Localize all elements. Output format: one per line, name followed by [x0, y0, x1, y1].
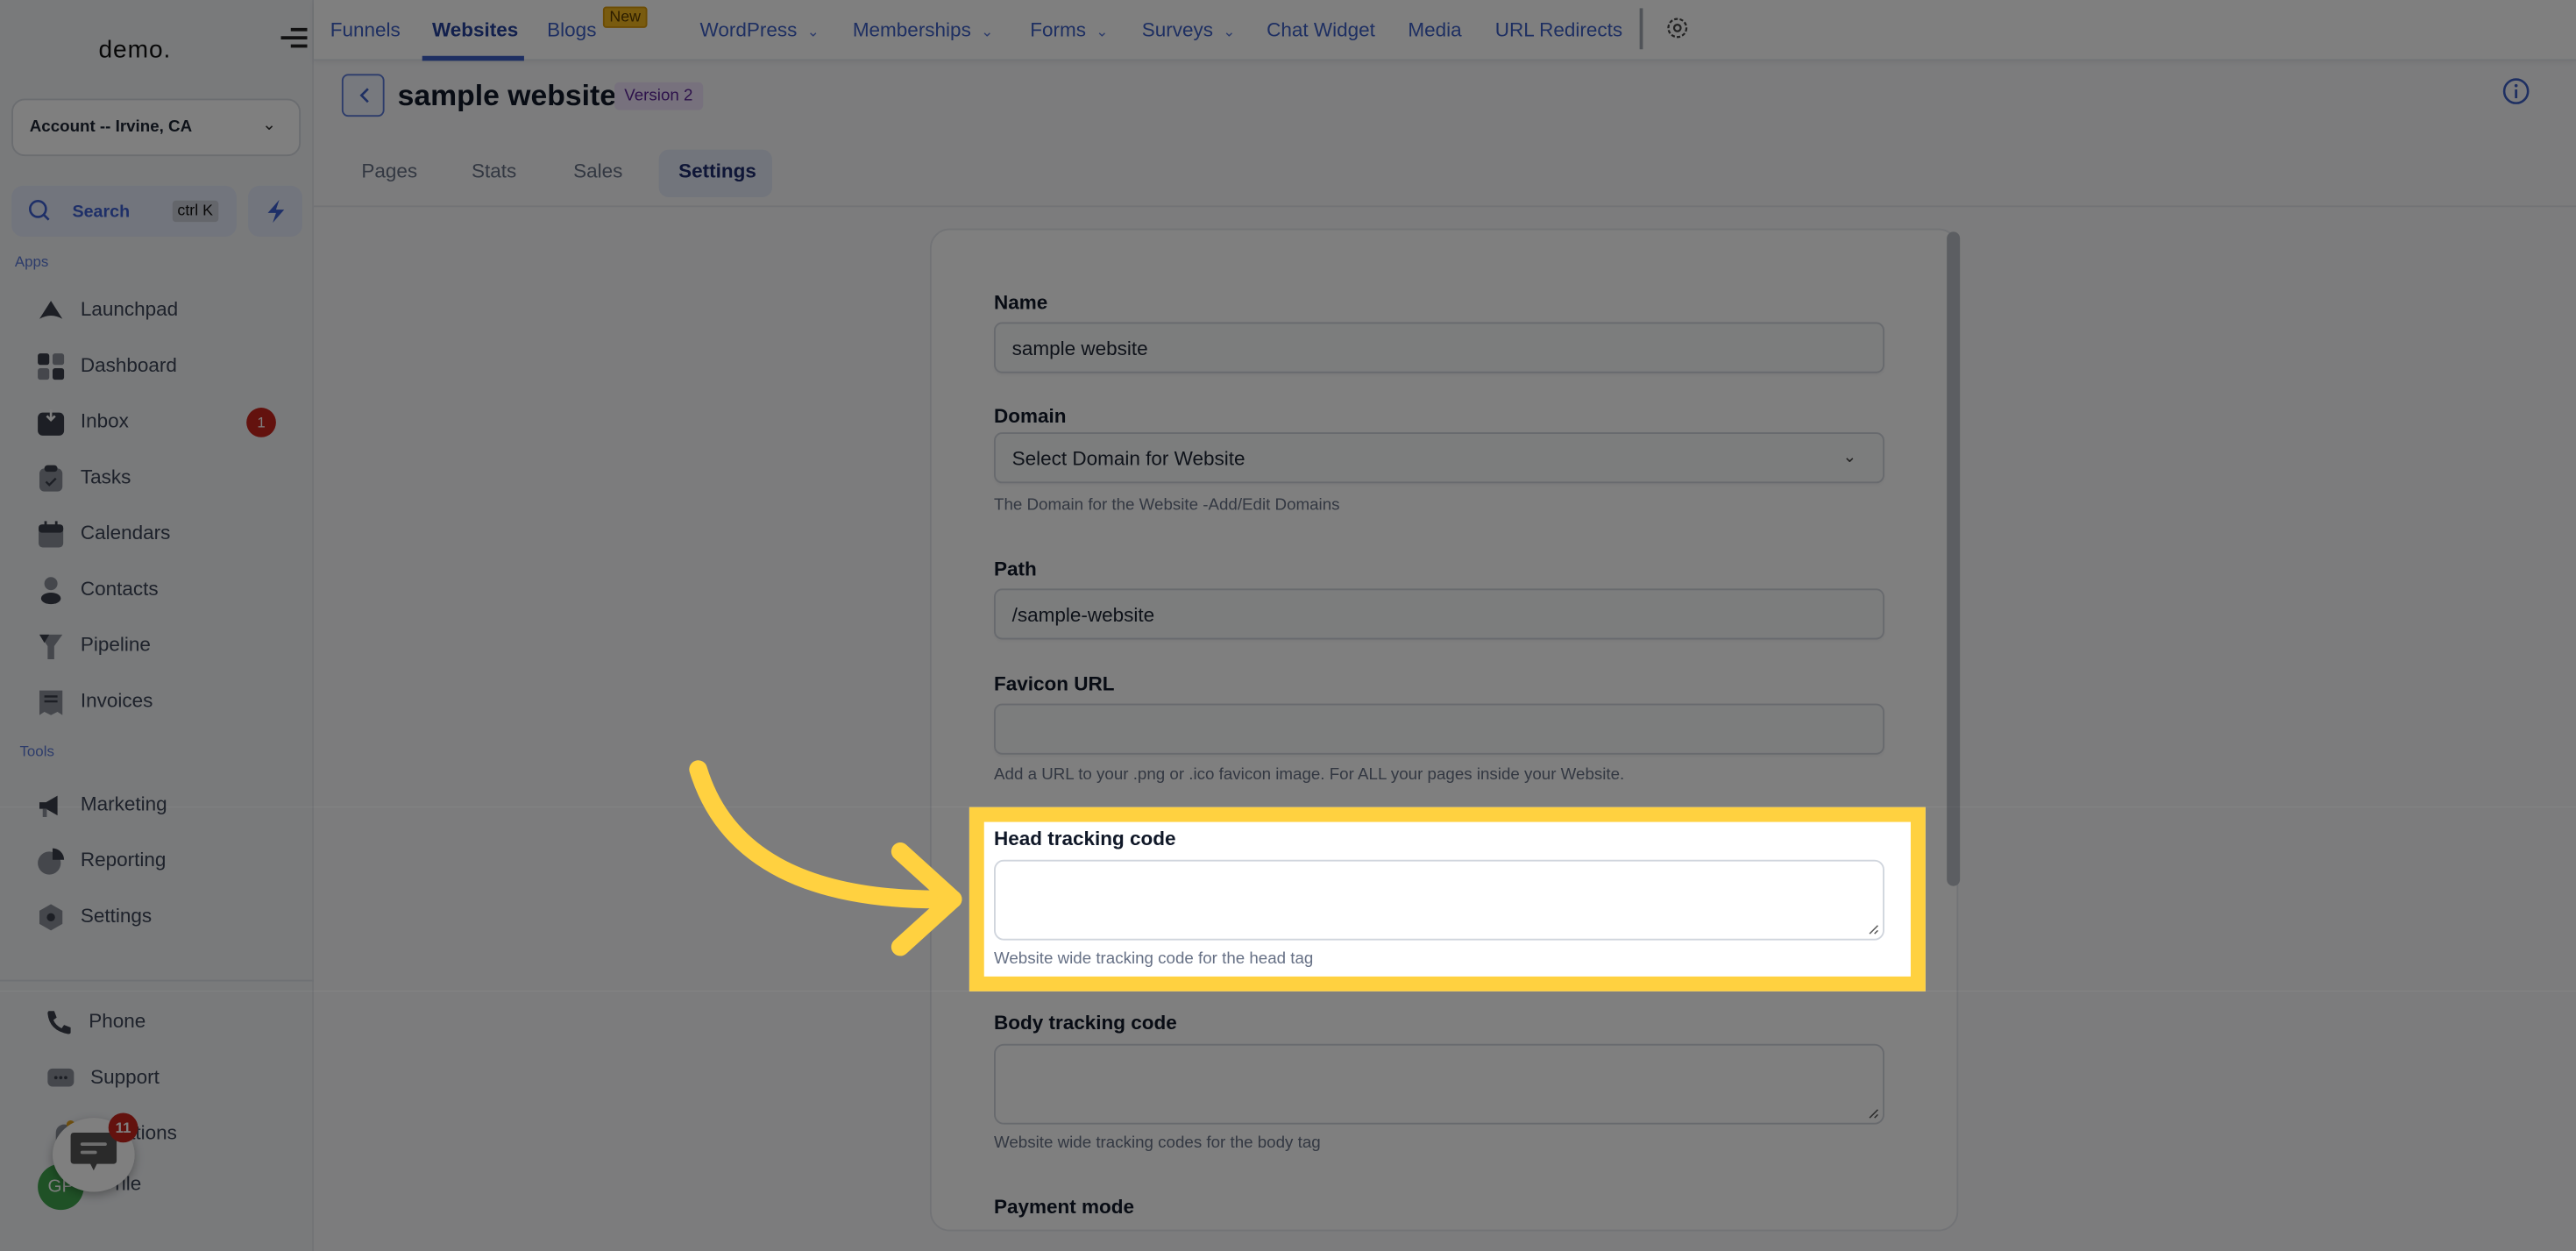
app-window: demo. Account -- Irvine, CA ⌄ Search ctr…: [0, 0, 2576, 1251]
overlay-dim: [0, 0, 2576, 807]
overlay-dim: [1925, 807, 2576, 992]
overlay-dim: [0, 991, 2576, 1251]
pointer-arrow-icon: [689, 760, 962, 956]
highlight-box: [969, 807, 1926, 992]
